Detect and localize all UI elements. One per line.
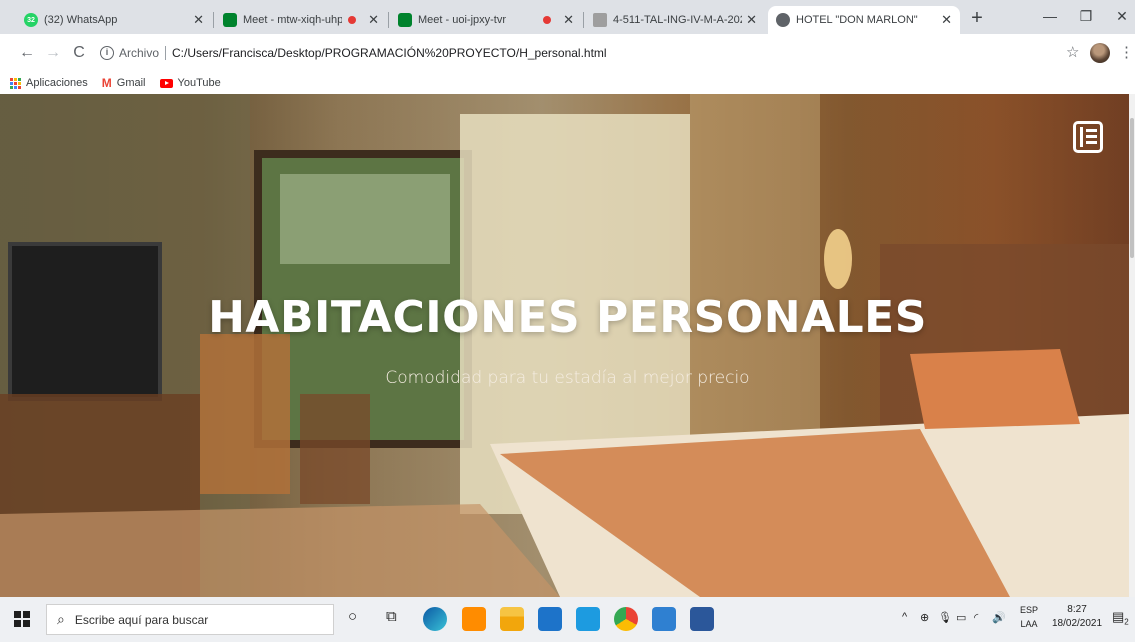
minimize-button[interactable]: — [1040, 8, 1060, 24]
tab-title: HOTEL "DON MARLON" [796, 14, 918, 26]
bookmark-apps[interactable]: Aplicaciones [10, 77, 88, 89]
tab-classroom[interactable]: 4-511-TAL-ING-IV-M-A-2020-1 ✕ [585, 6, 765, 34]
tab-separator [213, 12, 214, 28]
scrollbar-thumb[interactable] [1130, 118, 1134, 258]
address-scheme-label: Archivo [119, 46, 160, 60]
windows-taskbar: ⌕ Escribe aquí para buscar ○ ⧉ ^ ⊕ 🎙 ▭ ◜… [0, 597, 1135, 642]
back-button[interactable]: ← [16, 42, 38, 64]
sublime-text-icon[interactable] [462, 607, 486, 631]
tab-meet-2[interactable]: Meet - uoi-jpxy-tvr ✕ [390, 6, 582, 34]
address-url[interactable]: C:/Users/Francisca/Desktop/PROGRAMACIÓN%… [172, 46, 607, 60]
close-window-button[interactable]: ✕ [1112, 8, 1132, 25]
tab-title: Meet - mtw-xiqh-uhp [243, 14, 343, 26]
bookmark-label: Aplicaciones [26, 77, 88, 89]
language-bottom: LAA [1020, 619, 1038, 629]
bookmark-gmail[interactable]: M Gmail [102, 76, 146, 90]
search-icon: ⌕ [57, 611, 65, 627]
meet-icon [223, 13, 237, 27]
notification-count: 2 [1124, 617, 1129, 627]
mail-icon[interactable] [538, 607, 562, 631]
lumion-icon[interactable] [576, 607, 600, 631]
bookmark-label: Gmail [116, 77, 146, 89]
tab-strip: 32 (32) WhatsApp ✕ Meet - mtw-xiqh-uhp ✕… [0, 0, 1135, 34]
tab-hotel[interactable]: HOTEL "DON MARLON" ✕ [768, 6, 960, 34]
close-tab-icon[interactable]: ✕ [746, 12, 757, 28]
tab-title: (32) WhatsApp [44, 14, 118, 26]
vscode-icon[interactable] [652, 607, 676, 631]
taskbar-search-box[interactable]: ⌕ Escribe aquí para buscar [46, 604, 334, 635]
globe-icon [776, 13, 790, 27]
notifications-icon[interactable]: ▤2 [1112, 609, 1129, 627]
wifi-icon[interactable]: ◜ [974, 611, 978, 624]
battery-icon[interactable]: ▭ [956, 611, 966, 624]
file-explorer-icon[interactable] [500, 607, 524, 631]
windows-start-button[interactable] [14, 611, 30, 627]
cortana-icon[interactable]: ○ [348, 608, 357, 625]
hero-title: HABITACIONES PERSONALES [208, 292, 927, 343]
edge-icon[interactable] [423, 607, 447, 631]
bookmark-star-icon[interactable]: ☆ [1066, 43, 1079, 61]
bookmark-label: YouTube [177, 77, 221, 89]
reload-button[interactable]: C [68, 42, 90, 64]
recording-indicator-icon [348, 16, 357, 24]
new-tab-button[interactable]: + [964, 6, 990, 32]
tray-chevron-icon[interactable]: ^ [902, 611, 907, 623]
gmail-icon: M [101, 76, 112, 90]
recording-indicator-icon [543, 16, 552, 24]
close-tab-icon[interactable]: ✕ [941, 12, 952, 28]
info-icon[interactable]: i [100, 46, 114, 60]
browser-toolbar: ← → C i Archivo C:/Users/Francisca/Deskt… [0, 34, 1135, 72]
task-view-icon[interactable]: ⧉ [386, 608, 397, 625]
chrome-icon[interactable] [614, 607, 638, 631]
tab-meet-1[interactable]: Meet - mtw-xiqh-uhp ✕ [215, 6, 387, 34]
address-divider [165, 46, 167, 60]
classroom-icon [593, 13, 607, 27]
browser-menu-icon[interactable]: ⋮ [1119, 43, 1134, 61]
close-tab-icon[interactable]: ✕ [193, 12, 204, 28]
bookmarks-bar: Aplicaciones M Gmail YouTube [0, 72, 1135, 94]
microphone-icon[interactable]: 🎙 [938, 611, 952, 624]
page-scrollbar[interactable] [1129, 94, 1135, 597]
language-top: ESP [1020, 605, 1039, 615]
close-tab-icon[interactable]: ✕ [563, 12, 574, 28]
menu-book-icon[interactable] [1073, 121, 1103, 153]
clock-time: 8:27 [1067, 604, 1087, 615]
clock-date: 18/02/2021 [1052, 618, 1103, 629]
hotel-room-background-image [0, 94, 1129, 597]
tab-title: 4-511-TAL-ING-IV-M-A-2020-1 [613, 14, 742, 26]
hero-banner [0, 94, 1129, 597]
word-icon[interactable] [690, 607, 714, 631]
tab-whatsapp[interactable]: 32 (32) WhatsApp ✕ [16, 6, 212, 34]
youtube-icon [159, 78, 173, 88]
clock[interactable]: 8:27 18/02/2021 [1052, 603, 1102, 631]
language-indicator[interactable]: ESP LAA [1020, 603, 1038, 631]
close-tab-icon[interactable]: ✕ [368, 12, 379, 28]
tab-separator [583, 12, 584, 28]
tray-app-icon[interactable]: ⊕ [920, 611, 929, 624]
tab-title: Meet - uoi-jpxy-tvr [418, 14, 507, 26]
forward-button[interactable]: → [42, 42, 64, 64]
volume-icon[interactable]: 🔊 [992, 611, 1006, 624]
hero-subtitle: Comodidad para tu estadía al mejor preci… [385, 368, 750, 388]
taskbar-search-placeholder: Escribe aquí para buscar [74, 612, 209, 627]
whatsapp-icon: 32 [24, 13, 38, 27]
apps-grid-icon [10, 77, 21, 89]
restore-button[interactable]: ❐ [1076, 8, 1096, 25]
address-bar[interactable]: i Archivo C:/Users/Francisca/Desktop/PRO… [100, 40, 1060, 66]
profile-avatar[interactable] [1090, 43, 1110, 63]
tab-separator [388, 12, 389, 28]
meet-icon [398, 13, 412, 27]
bookmark-youtube[interactable]: YouTube [159, 77, 221, 89]
